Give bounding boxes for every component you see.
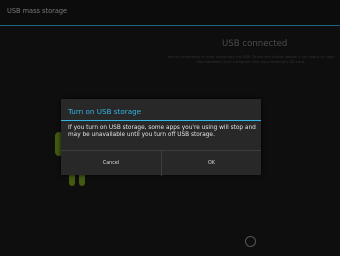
dialog-message: If you turn on USB storage, some apps yo…: [68, 125, 256, 139]
usb-mass-storage-screen: USB mass storage USB connected You're co…: [0, 0, 340, 256]
dialog-title: Turn on USB storage: [68, 107, 142, 116]
dialog-title-divider: [61, 120, 261, 121]
dialog-button-bar: Cancel OK: [61, 150, 261, 176]
ok-button[interactable]: OK: [161, 151, 261, 176]
cancel-button[interactable]: Cancel: [61, 151, 161, 176]
turn-on-usb-storage-dialog: Turn on USB storage If you turn on USB s…: [61, 99, 261, 176]
